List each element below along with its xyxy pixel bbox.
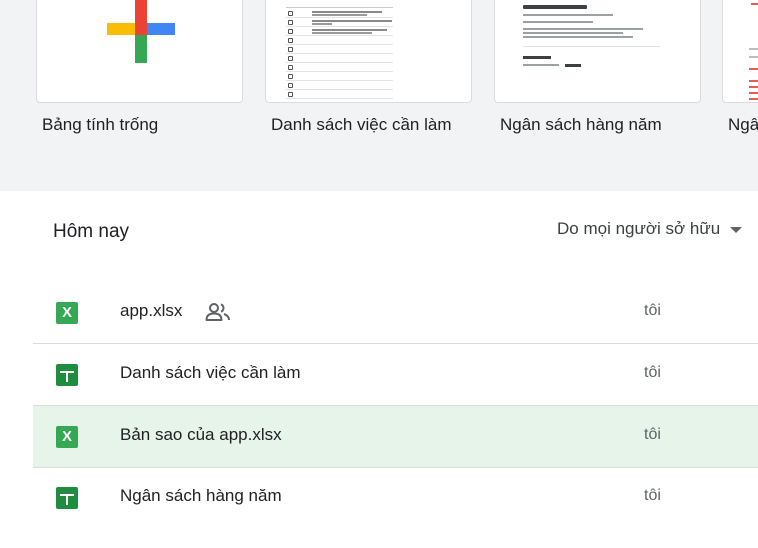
file-owner: tôi [644,426,661,443]
owner-filter-dropdown[interactable]: Do mọi người sở hữu [557,217,743,241]
shared-people-icon [205,303,230,321]
budget-thumbnail[interactable] [494,0,701,103]
file-name: Ngân sách hàng năm [120,486,282,505]
file-owner: tôi [644,364,661,381]
file-name: app.xlsx [120,301,183,320]
file-row-selected[interactable]: X Bản sao của app.xlsx tôi [33,406,758,468]
todo-thumbnail[interactable] [265,0,472,103]
section-title-today: Hôm nay [53,221,130,242]
template-label: Danh sách việc cần làm [271,115,452,134]
caret-down-icon [730,227,743,233]
excel-file-icon: X [56,426,78,448]
file-owner: tôi [644,302,661,319]
plus-icon [107,0,175,63]
file-name: Bản sao của app.xlsx [120,425,282,444]
owner-filter-label: Do mọi người sở hữu [557,219,721,238]
file-row[interactable]: Ngân sách hàng năm tôi [33,467,758,529]
template-gallery: Bảng tính trống Danh sách việc cần làm N… [0,0,758,191]
template-label: Bảng tính trống [42,115,159,134]
file-row[interactable]: Danh sách việc cần làm tôi [33,344,758,406]
file-owner: tôi [644,487,661,504]
template-blank-thumbnail[interactable] [36,0,243,103]
template-thumbnail[interactable] [722,0,758,103]
google-sheets-icon [56,487,78,509]
excel-file-icon: X [56,302,78,324]
template-label: Ngâ [728,115,758,134]
template-label: Ngân sách hàng năm [500,115,662,134]
google-sheets-icon [56,364,78,386]
file-name: Danh sách việc cần làm [120,363,301,382]
file-row[interactable]: X app.xlsx tôi [33,282,758,344]
